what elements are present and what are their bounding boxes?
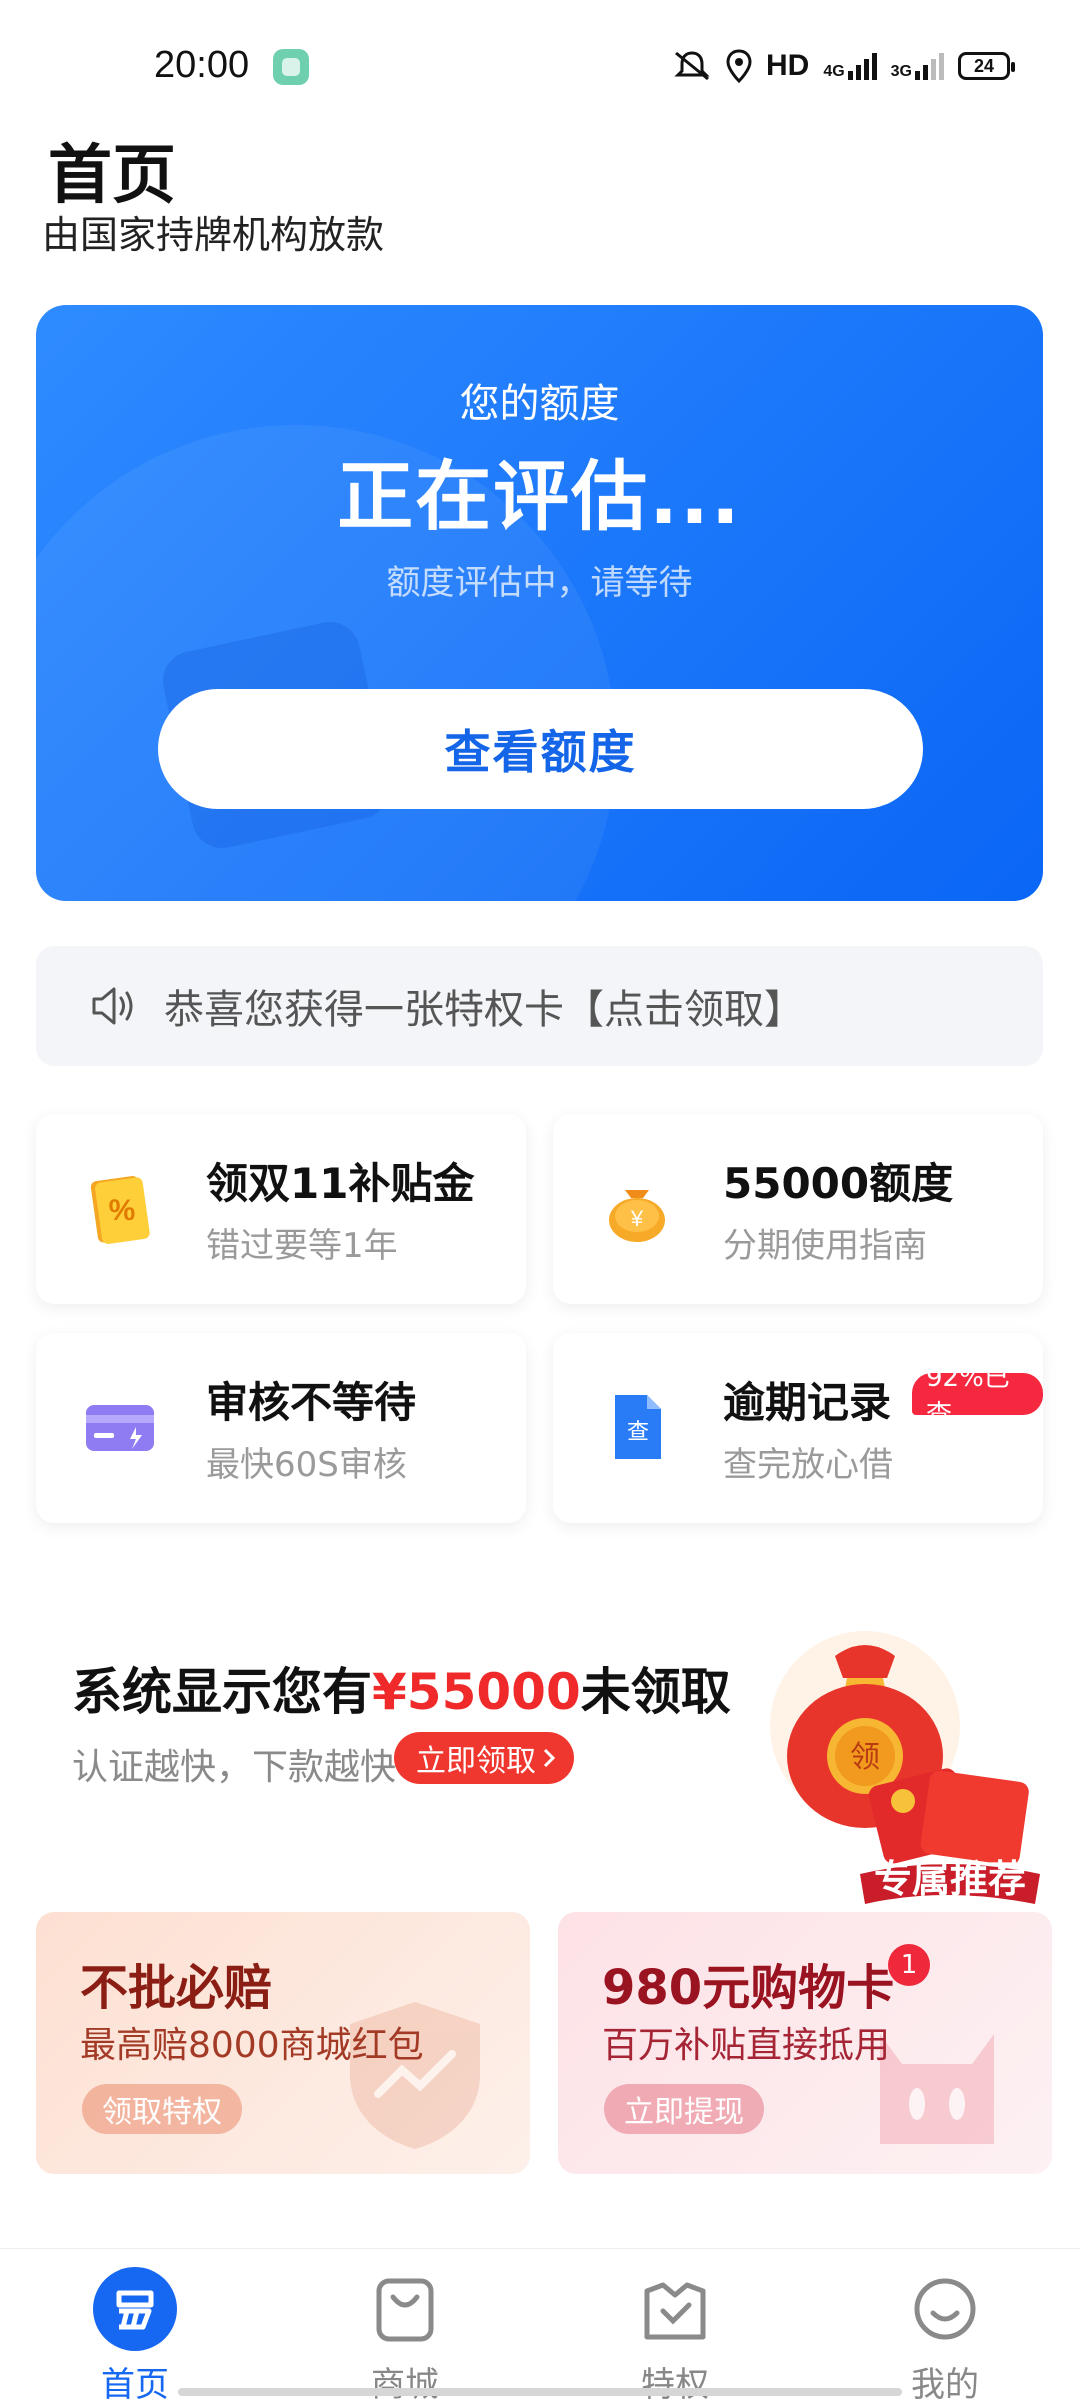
shopping-card-promo[interactable]: 980元购物卡 1 百万补贴直接抵用 立即提现 — [558, 1912, 1052, 2174]
app-notification-icon — [273, 49, 309, 85]
nav-mine[interactable]: 我的 — [810, 2249, 1080, 2400]
claim-privilege-button[interactable]: 领取特权 — [82, 2084, 242, 2134]
svg-text:¥: ¥ — [630, 1206, 644, 1231]
location-icon — [726, 49, 752, 83]
claim-now-button[interactable]: 立即领取 — [394, 1732, 574, 1784]
feature-limit-guide[interactable]: ¥ 55000额度 分期使用指南 — [553, 1114, 1043, 1304]
promo-title-suffix: 未领取 — [580, 1663, 731, 1721]
checked-percent-badge: 92%已查 — [912, 1363, 1043, 1430]
card-subtitle: 最高赔8000商城红包 — [80, 2025, 424, 2066]
feature-title: 逾期记录 — [723, 1378, 892, 1427]
mute-bell-icon — [674, 51, 710, 81]
bottom-navigation: 首页 商城 特权 我的 — [0, 2248, 1080, 2400]
feature-overdue-record[interactable]: 查 逾期记录 查完放心借 92%已查 — [553, 1333, 1043, 1523]
feature-subtitle: 分期使用指南 — [723, 1226, 927, 1266]
page-title: 首页 — [48, 139, 176, 213]
chevron-right-icon — [543, 1748, 556, 1768]
fast-card-icon — [86, 1405, 154, 1451]
privilege-notice-bar[interactable]: 恭喜您获得一张特权卡【点击领取】 — [36, 946, 1043, 1066]
notice-text: 恭喜您获得一张特权卡【点击领取】 — [164, 987, 804, 1033]
nav-mall[interactable]: 商城 — [270, 2249, 540, 2400]
card-title: 不批必赔 — [80, 1960, 273, 2016]
signal-bars-icon — [847, 53, 877, 80]
credit-limit-status: 正在评估... — [337, 452, 742, 541]
promo-title: 系统显示您有¥55000未领取 — [72, 1652, 731, 1724]
bag-label: 领 — [850, 1740, 880, 1775]
card-subtitle: 百万补贴直接抵用 — [602, 2025, 891, 2066]
promo-amount: ¥55000 — [372, 1663, 581, 1721]
feature-title: 审核不等待 — [206, 1378, 417, 1427]
view-limit-button[interactable]: 查看额度 — [158, 689, 923, 809]
coupon-percent-icon: % — [90, 1176, 150, 1244]
feature-title: 领双11补贴金 — [206, 1159, 475, 1208]
status-time: 20:00 — [154, 44, 250, 86]
red-envelope-gift-icon[interactable]: 领 专属推荐 — [755, 1626, 1055, 1916]
feature-fast-review[interactable]: 审核不等待 最快60S审核 — [36, 1333, 526, 1523]
credit-limit-card: 您的额度 正在评估... 额度评估中，请等待 查看额度 — [36, 305, 1043, 901]
credit-limit-label: 您的额度 — [459, 381, 620, 427]
promo-subtitle: 认证越快，下款越快 — [72, 1747, 397, 1788]
home-gesture-bar[interactable] — [178, 2388, 902, 2396]
signal-bars-icon — [915, 53, 944, 80]
signal-4g: 4G — [823, 51, 877, 81]
signal-3g: 3G — [891, 51, 944, 81]
feature-title: 55000额度 — [723, 1159, 954, 1208]
feature-subtitle: 查完放心借 — [723, 1445, 893, 1485]
page-subtitle: 由国家持牌机构放款 — [42, 213, 385, 257]
money-bag-icon: ¥ — [609, 1190, 665, 1242]
speaker-icon — [92, 987, 133, 1025]
document-check-icon: 查 — [615, 1395, 661, 1459]
status-icons: HD 4G 3G 24 — [672, 46, 1015, 86]
battery-indicator: 24 — [958, 52, 1015, 80]
notification-badge: 1 — [888, 1944, 930, 1986]
claim-now-label: 立即领取 — [416, 1744, 536, 1779]
feature-subtitle: 错过要等1年 — [206, 1226, 398, 1266]
smile-face-icon — [914, 2278, 976, 2340]
card-title: 980元购物卡 — [602, 1960, 895, 2016]
svg-text:%: % — [109, 1194, 136, 1227]
exclusive-recommend-label: 专属推荐 — [874, 1857, 1026, 1901]
withdraw-now-button[interactable]: 立即提现 — [604, 2084, 764, 2134]
nav-privilege[interactable]: 特权 — [540, 2249, 810, 2400]
status-bar: 20:00 HD 4G 3G 24 — [0, 0, 1080, 130]
shopping-bag-icon — [376, 2278, 434, 2342]
promo-title-prefix: 系统显示您有 — [72, 1663, 372, 1721]
privilege-box-icon — [644, 2282, 706, 2340]
hd-indicator: HD — [765, 49, 810, 82]
feature-subtitle: 最快60S审核 — [206, 1445, 407, 1485]
nav-home[interactable]: 首页 — [0, 2249, 270, 2400]
no-approval-compensation-card[interactable]: 不批必赔 最高赔8000商城红包 领取特权 — [36, 1912, 530, 2174]
feature-subsidy[interactable]: % 领双11补贴金 错过要等1年 — [36, 1114, 526, 1304]
credit-limit-hint: 额度评估中，请等待 — [386, 563, 693, 603]
svg-text:查: 查 — [627, 1420, 649, 1445]
home-logo-icon — [93, 2267, 177, 2351]
